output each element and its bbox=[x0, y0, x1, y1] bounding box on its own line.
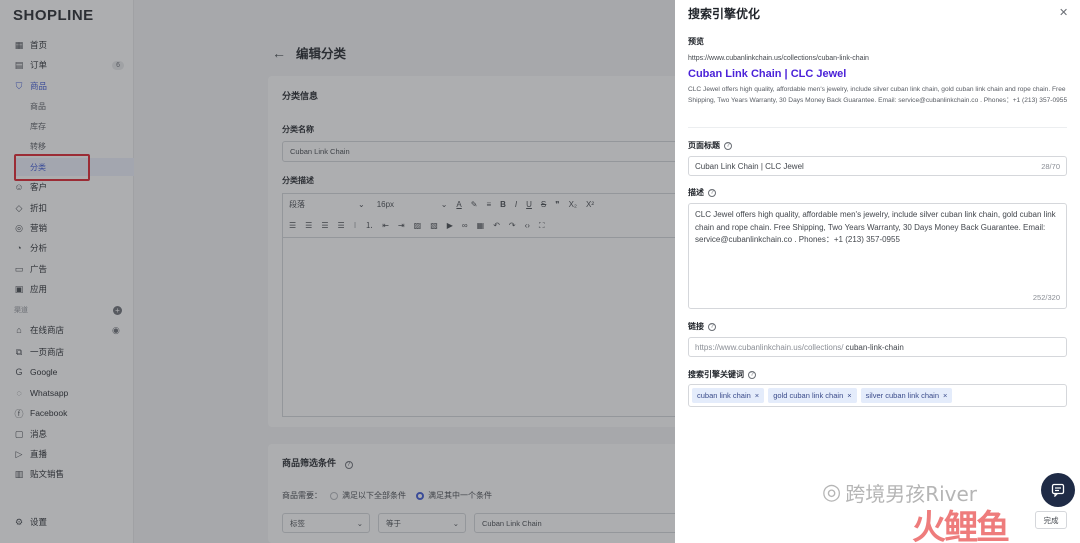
help-icon[interactable]: ? bbox=[748, 370, 756, 379]
keyword-tag: silver cuban link chain × bbox=[860, 388, 953, 403]
description-textarea[interactable]: CLC Jewel offers high quality, affordabl… bbox=[688, 203, 1067, 309]
wechat-icon: ◎ bbox=[822, 480, 842, 505]
help-icon[interactable]: ? bbox=[708, 188, 716, 197]
chat-icon bbox=[1051, 483, 1065, 497]
link-prefix: https://www.cubanlinkchain.us/collection… bbox=[695, 342, 844, 352]
preview-description: CLC Jewel offers high quality, affordabl… bbox=[688, 86, 1068, 104]
page-title-label: 页面标题 ? bbox=[688, 140, 732, 151]
help-icon[interactable]: ? bbox=[708, 322, 716, 331]
keywords-label: 搜索引擎关键词 ? bbox=[688, 369, 756, 380]
chat-button[interactable] bbox=[1041, 473, 1075, 507]
seo-panel: 搜索引擎优化 ✕ 预览 https://www.cubanlinkchain.u… bbox=[675, 0, 1080, 543]
help-icon[interactable]: ? bbox=[724, 141, 732, 150]
watermark-brand: 火鲤鱼 bbox=[912, 508, 1010, 543]
description-label: 描述 ? bbox=[688, 187, 716, 198]
page-title-input[interactable]: Cuban Link Chain | CLC Jewel 28/70 bbox=[688, 156, 1067, 176]
link-slug: cuban-link-chain bbox=[845, 342, 904, 352]
description-counter: 252/320 bbox=[1032, 292, 1060, 302]
close-icon[interactable]: ✕ bbox=[1059, 6, 1068, 19]
remove-tag-icon[interactable]: × bbox=[943, 391, 947, 400]
link-input[interactable]: https://www.cubanlinkchain.us/collection… bbox=[688, 337, 1067, 357]
link-label: 链接 ? bbox=[688, 321, 716, 332]
panel-title: 搜索引擎优化 bbox=[688, 7, 761, 21]
keyword-tag: gold cuban link chain × bbox=[768, 388, 857, 403]
divider bbox=[688, 127, 1067, 128]
keyword-tag: cuban link chain × bbox=[692, 388, 765, 403]
page-title-counter: 28/70 bbox=[1041, 161, 1060, 171]
remove-tag-icon[interactable]: × bbox=[847, 391, 851, 400]
preview-title: Cuban Link Chain | CLC Jewel bbox=[688, 68, 847, 80]
preview-url: https://www.cubanlinkchain.us/collection… bbox=[688, 55, 869, 62]
remove-tag-icon[interactable]: × bbox=[755, 391, 759, 400]
preview-label: 预览 bbox=[688, 37, 704, 46]
modal-overlay[interactable] bbox=[0, 0, 675, 543]
keywords-input[interactable]: cuban link chain × gold cuban link chain ×… bbox=[688, 384, 1067, 407]
done-button[interactable]: 完成 bbox=[1035, 511, 1067, 529]
